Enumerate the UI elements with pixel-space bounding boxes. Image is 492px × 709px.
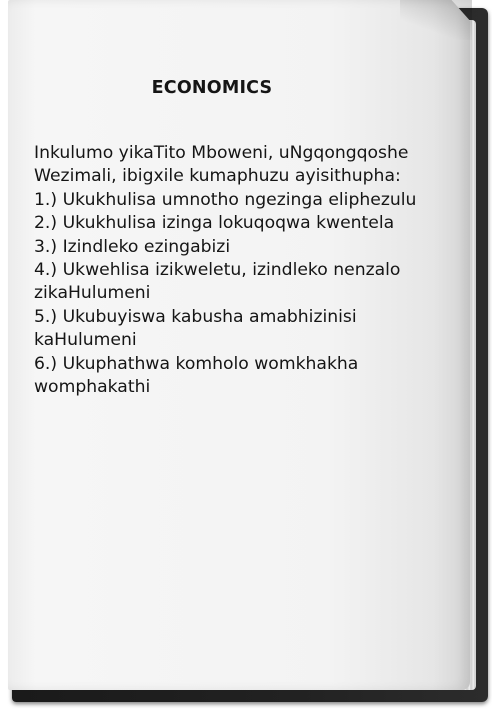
- text-line: Wezimali, ibigxile kumaphuzu ayisithupha…: [34, 166, 401, 187]
- list-item: 3.) Izindleko ezingabizi: [34, 236, 231, 257]
- list-item: 6.) Ukuphathwa komholo womkhakha: [34, 353, 359, 374]
- list-item-continuation: womphakathi: [34, 377, 151, 398]
- list-item: 1.) Ukukhulisa umnotho ngezinga eliphezu…: [34, 189, 417, 210]
- text-line: Inkulumo yikaTito Mboweni, uNgqongqoshe: [34, 143, 409, 163]
- page-content: ECONOMICS Inkulumo yikaTito Mboweni, uNg…: [34, 78, 454, 399]
- list-item: 4.) Ukwehlisa izikweletu, izindleko nenz…: [34, 260, 401, 281]
- list-item-continuation: zikaHulumeni: [34, 283, 151, 304]
- book-illustration: ECONOMICS Inkulumo yikaTito Mboweni, uNg…: [0, 0, 492, 709]
- list-item: 5.) Ukubuyiswa kabusha amabhizinisi: [34, 306, 357, 327]
- list-item-continuation: kaHulumeni: [34, 330, 137, 351]
- page-title: ECONOMICS: [151, 78, 273, 98]
- list-item: 2.) Ukukhulisa izinga lokuqoqwa kwentela: [34, 213, 395, 234]
